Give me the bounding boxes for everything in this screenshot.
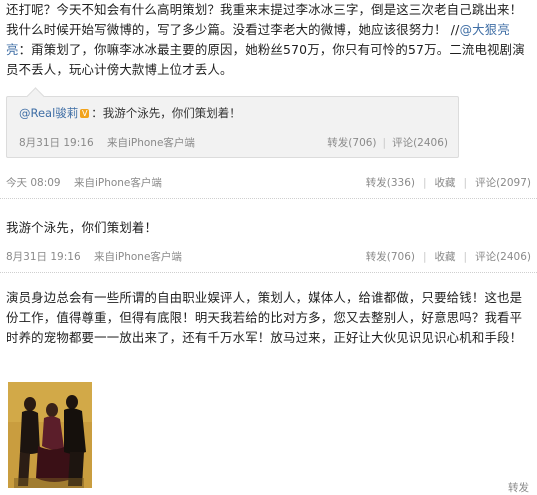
verified-badge-icon: V xyxy=(80,109,90,118)
quoted-text: ：我游个泳先，你们策划着！ xyxy=(91,106,241,120)
post-top-text-part1: 还打呢？今天不知会有什么高明策划？我重来末提过李冰冰三字，倒是这三次老自己跳出来… xyxy=(6,2,523,37)
quote-pointer xyxy=(26,87,45,106)
quoted-post-meta: 8月31日 19:16 来自iPhone客户端 转发(706) | 评论(2406) xyxy=(19,135,448,150)
quoted-source[interactable]: 来自iPhone客户端 xyxy=(107,137,195,149)
quoted-actions: 转发(706) | 评论(2406) xyxy=(327,137,448,149)
quoted-post: @Real骏莉 V ：我游个泳先，你们策划着！ 8月31日 19:16 来自iPho… xyxy=(6,87,459,158)
post-mid-text: 我游个泳先，你们策划着！ xyxy=(6,218,530,238)
post-mid-meta: 8月31日 19:16 来自iPhone客户端 转发(706) | 收藏 | 评论(24… xyxy=(6,251,531,263)
weibo-screenshot: 还打呢？今天不知会有什么高明策划？我重来末提过李冰冰三字，倒是这三次老自己跳出来… xyxy=(0,0,537,494)
quoted-post-text: @Real骏莉 V ：我游个泳先，你们策划着！ xyxy=(19,105,241,121)
divider xyxy=(0,272,537,273)
post-mid-repost-button[interactable]: 转发(706) xyxy=(366,251,415,263)
quoted-author-link[interactable]: @Real骏莉 xyxy=(19,106,78,120)
post-top-meta: 今天 08:09 来自iPhone客户端 转发(336) | 收藏 | 评论(2097) xyxy=(6,177,531,189)
post-bottom-repost-button[interactable]: 转发 xyxy=(508,480,529,495)
post-bottom-text-content: 演员身边总会有一些所谓的自由职业娱评人，策划人，媒体人，给谁都做，只要给钱！这也… xyxy=(6,290,523,345)
quoted-repost-button[interactable]: 转发(706) xyxy=(327,137,376,149)
post-photo-thumbnail[interactable] xyxy=(8,382,92,488)
post-top-source[interactable]: 来自iPhone客户端 xyxy=(74,177,162,189)
post-top-text-part2: ：甭策划了，你嘛李冰冰最主要的原因，她粉丝570万，你只有可怜的57万。二流电视… xyxy=(6,42,525,77)
post-top-repost-button[interactable]: 转发(336) xyxy=(366,177,415,189)
divider xyxy=(0,198,537,199)
post-mid-time[interactable]: 8月31日 19:16 xyxy=(6,251,81,263)
post-top-text: 还打呢？今天不知会有什么高明策划？我重来末提过李冰冰三字，倒是这三次老自己跳出来… xyxy=(6,0,530,80)
photo-image xyxy=(8,382,92,488)
post-mid-favorite-button[interactable]: 收藏 xyxy=(435,251,456,263)
post-mid-comment-button[interactable]: 评论(2406) xyxy=(475,251,531,263)
quoted-time[interactable]: 8月31日 19:16 xyxy=(19,137,94,149)
post-top-favorite-button[interactable]: 收藏 xyxy=(435,177,456,189)
post-mid-text-content: 我游个泳先，你们策划着！ xyxy=(6,220,158,235)
post-bottom-text: 演员身边总会有一些所谓的自由职业娱评人，策划人，媒体人，给谁都做，只要给钱！这也… xyxy=(6,288,530,348)
post-mid-source[interactable]: 来自iPhone客户端 xyxy=(94,251,182,263)
post-top-comment-button[interactable]: 评论(2097) xyxy=(475,177,531,189)
post-top-time[interactable]: 今天 08:09 xyxy=(6,177,61,189)
quoted-comment-button[interactable]: 评论(2406) xyxy=(392,137,448,149)
